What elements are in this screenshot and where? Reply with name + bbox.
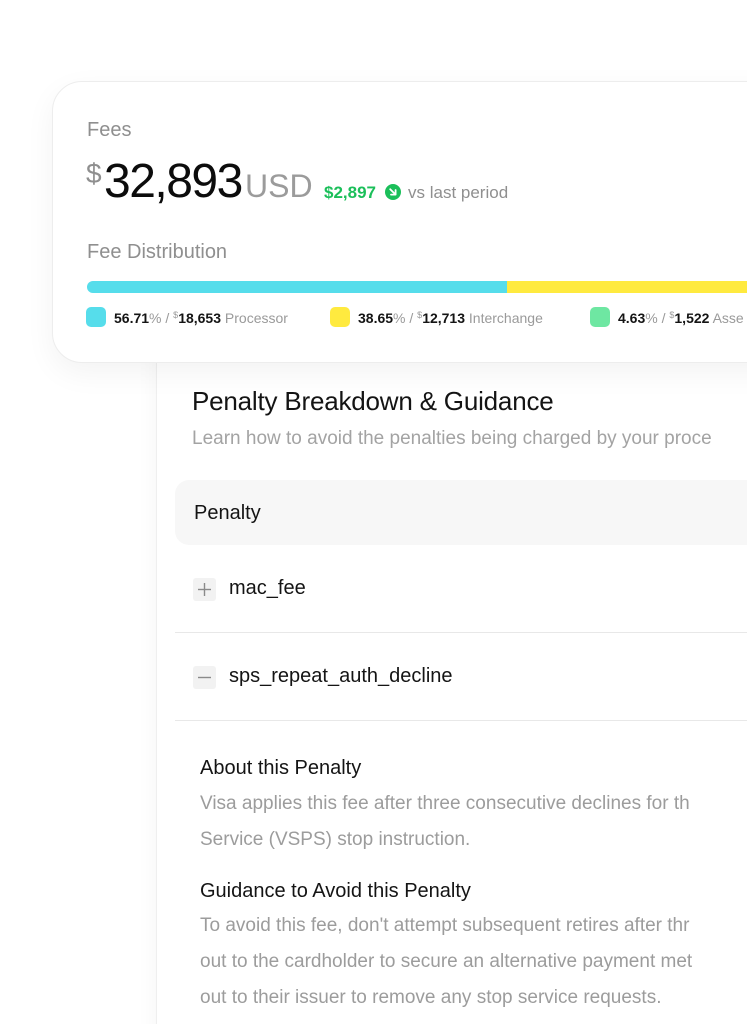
fees-currency-unit: USD [245,168,313,204]
legend-value: 1,522 [674,310,710,326]
guidance-heading: Guidance to Avoid this Penalty [200,880,471,902]
legend-swatch [86,307,106,327]
guidance-text-line: To avoid this fee, don't attempt subsequ… [200,915,690,936]
about-penalty-heading: About this Penalty [200,757,362,779]
penalty-row-mac-fee[interactable]: mac_fee [175,545,747,633]
distribution-segment-processor [87,281,507,293]
fee-distribution-bar [87,281,747,293]
legend-swatch [590,307,610,327]
penalty-table-header: Penalty [175,480,747,545]
penalty-section-title: Penalty Breakdown & Guidance [192,386,554,416]
legend-category: Interchange [468,310,543,326]
legend-value: 12,713 [422,310,466,326]
fees-total-amount: 32,893 [104,155,243,208]
penalty-column-header: Penalty [194,502,261,524]
penalty-row-label: sps_repeat_auth_decline [229,665,453,687]
guidance-text-line: out to their issuer to remove any stop s… [200,987,662,1008]
legend-category: Asse [712,310,744,326]
arrow-down-right-icon [385,184,401,200]
penalty-breakdown-card: Penalty Breakdown & Guidance Learn how t… [156,300,747,1024]
currency-symbol: $ [86,158,102,189]
fees-delta-caption: vs last period [408,183,509,202]
fees-summary-card: Fees $ 32,893 USD $2,897 vs last period … [52,81,747,363]
legend-percent: 56.71 [114,310,150,326]
distribution-segment-interchange [506,281,747,293]
fees-delta-amount: $2,897 [324,183,376,202]
about-penalty-text-line: Service (VSPS) stop instruction. [200,829,471,850]
legend-percent: 4.63 [618,310,646,326]
legend-swatch [330,307,350,327]
legend-percent: 38.65 [358,310,394,326]
fee-distribution-label: Fee Distribution [87,241,228,263]
guidance-text-line: out to the cardholder to secure an alter… [200,951,693,972]
collapse-minus-icon[interactable] [193,666,216,689]
legend-category: Processor [224,310,288,326]
penalty-row-sps-repeat-auth-decline[interactable]: sps_repeat_auth_decline [175,633,747,721]
penalty-section-subtitle: Learn how to avoid the penalties being c… [192,428,712,449]
app-canvas: Penalty Breakdown & Guidance Learn how t… [0,0,747,1024]
about-penalty-text-line: Visa applies this fee after three consec… [200,793,690,814]
fees-label: Fees [87,119,132,141]
expand-plus-icon[interactable] [193,578,216,601]
legend-value: 18,653 [178,310,222,326]
penalty-row-label: mac_fee [229,577,306,599]
